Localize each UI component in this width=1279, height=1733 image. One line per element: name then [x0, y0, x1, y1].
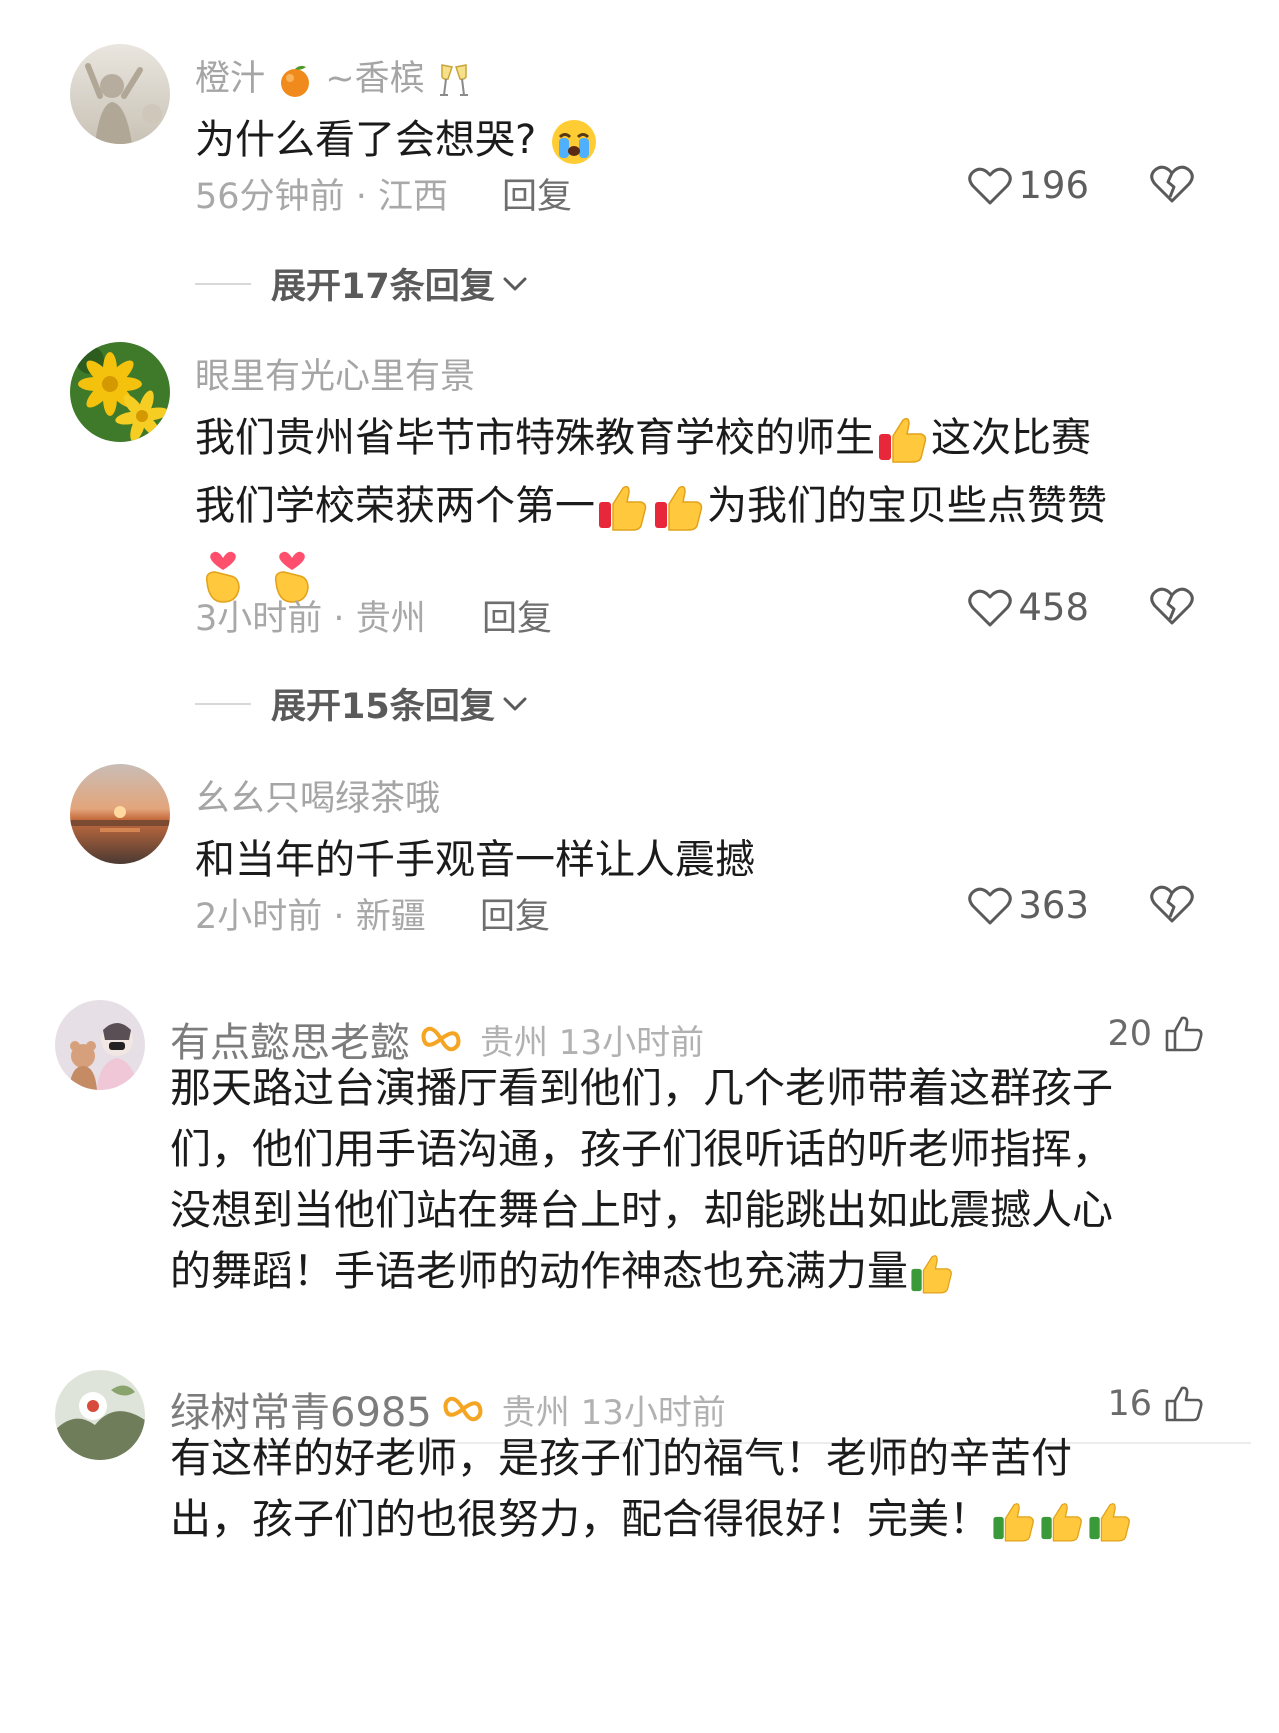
crying-face-icon: [551, 120, 596, 164]
thumbs-up-outline-icon: [1165, 1016, 1203, 1052]
expand-divider: [195, 702, 251, 705]
comment-item: 眼里有光心里有景 我们贵州省毕节市特殊教育学校的师生 这次比赛 我们学校荣获两个…: [0, 338, 1279, 668]
thumbs-up-icon: [599, 485, 647, 531]
dislike-button[interactable]: [1150, 586, 1194, 630]
comment-text-line: 我们贵州省毕节市特殊教育学校的师生 这次比赛: [195, 404, 1205, 472]
orange-icon: [281, 65, 310, 97]
reply-button[interactable]: 回复: [482, 590, 552, 641]
comment-text-line: 那天路过台演播厅看到他们，几个老师带着这群孩子: [170, 1064, 1113, 1112]
comment-item: 有点懿思老懿 贵州 13小时前 20 那天路过台演播厅看到他们，几个老师带着这群…: [0, 1000, 1279, 1420]
thumbs-up-icon: [655, 485, 703, 531]
like-button[interactable]: 20: [1107, 1014, 1204, 1054]
thumbs-up-icon: [1089, 1503, 1130, 1542]
comment-text-line: 的舞蹈！手语老师的动作神态也充满力量: [170, 1241, 1210, 1302]
like-count: 196: [1018, 164, 1089, 207]
chevron-down-icon: [503, 697, 527, 710]
heart-outline-icon: [968, 167, 1013, 204]
avatar[interactable]: [55, 1370, 145, 1460]
thumbs-up-icon: [911, 1255, 952, 1294]
like-count: 20: [1107, 1014, 1152, 1054]
comment-list: 橙汁 ~香槟 为什么看了会想哭? 56分钟前 · 江西 回复 196 展开17条…: [0, 0, 1279, 1733]
expand-divider: [195, 282, 251, 285]
avatar[interactable]: [70, 342, 170, 442]
comment-username[interactable]: 眼里有光心里有景: [195, 348, 475, 399]
like-count: 16: [1107, 1384, 1152, 1424]
champagne-glasses-icon: [439, 64, 468, 96]
reply-button[interactable]: 回复: [502, 168, 572, 219]
comment-text-line: 我们学校荣获两个第一 为我们的宝贝些点赞赞: [195, 472, 1205, 540]
heart-outline-icon: [968, 887, 1013, 924]
comment-text-line: 们，他们用手语沟通，孩子们很听话的听老师指挥，: [170, 1125, 1113, 1173]
like-button[interactable]: 363: [968, 884, 1089, 927]
reply-button[interactable]: 回复: [480, 888, 550, 939]
thumbs-up-icon: [1041, 1503, 1082, 1542]
comment-location-time: 贵州 13小时前: [501, 1392, 726, 1433]
avatar[interactable]: [70, 44, 170, 144]
thumbs-up-outline-icon: [1165, 1386, 1203, 1422]
like-count: 458: [1018, 586, 1089, 629]
broken-heart-icon: [1150, 587, 1194, 625]
like-button[interactable]: 196: [968, 164, 1089, 207]
like-count: 363: [1018, 884, 1089, 927]
comment-text: 那天路过台演播厅看到他们，几个老师带着这群孩子 们，他们用手语沟通，孩子们很听话…: [170, 1058, 1210, 1302]
dislike-button[interactable]: [1150, 164, 1194, 208]
comment-location-time: 贵州 13小时前: [480, 1022, 705, 1063]
comment-item: 橙汁 ~香槟 为什么看了会想哭? 56分钟前 · 江西 回复 196: [0, 40, 1279, 230]
comment-meta: 56分钟前 · 江西: [195, 177, 448, 217]
broken-heart-icon: [1150, 165, 1194, 203]
comment-meta: 3小时前 · 贵州: [195, 599, 426, 639]
comment-text-line: 有这样的好老师，是孩子们的福气！老师的辛苦付: [170, 1434, 1072, 1482]
like-button[interactable]: 16: [1107, 1384, 1204, 1424]
comment-text: 有这样的好老师，是孩子们的福气！老师的辛苦付 出，孩子们的也很努力，配合得很好！…: [170, 1428, 1210, 1550]
thumbs-up-icon: [879, 417, 927, 463]
heart-outline-icon: [968, 589, 1013, 626]
like-button[interactable]: 458: [968, 586, 1089, 629]
broken-heart-icon: [1150, 885, 1194, 923]
comment-username[interactable]: 幺幺只喝绿茶哦: [195, 770, 440, 821]
thumbs-up-icon: [993, 1503, 1034, 1542]
avatar[interactable]: [70, 764, 170, 864]
infinity-badge-icon: [421, 1026, 461, 1052]
infinity-badge-icon: [443, 1396, 483, 1422]
expand-replies-button[interactable]: 展开15条回复: [195, 678, 529, 729]
comment-text-line: 出，孩子们的也很努力，配合得很好！完美！: [170, 1489, 1210, 1550]
dislike-button[interactable]: [1150, 884, 1194, 928]
chevron-down-icon: [503, 277, 527, 290]
comment-text-line: 没想到当他们站在舞台上时，却能跳出如此震撼人心: [170, 1186, 1113, 1234]
expand-replies-button[interactable]: 展开17条回复: [195, 258, 529, 309]
comment-item: 幺幺只喝绿茶哦 和当年的千手观音一样让人震撼 2小时前 · 新疆 回复 363: [0, 760, 1279, 950]
avatar[interactable]: [55, 1000, 145, 1090]
comment-meta: 2小时前 · 新疆: [195, 897, 426, 937]
comment-item: 绿树常青6985 贵州 13小时前 16 有这样的好老师，是孩子们的福气！老师的…: [0, 1370, 1279, 1732]
comment-username[interactable]: 橙汁 ~香槟: [195, 50, 472, 101]
comment-text: 我们贵州省毕节市特殊教育学校的师生 这次比赛 我们学校荣获两个第一 为我们的宝贝…: [195, 404, 1205, 608]
